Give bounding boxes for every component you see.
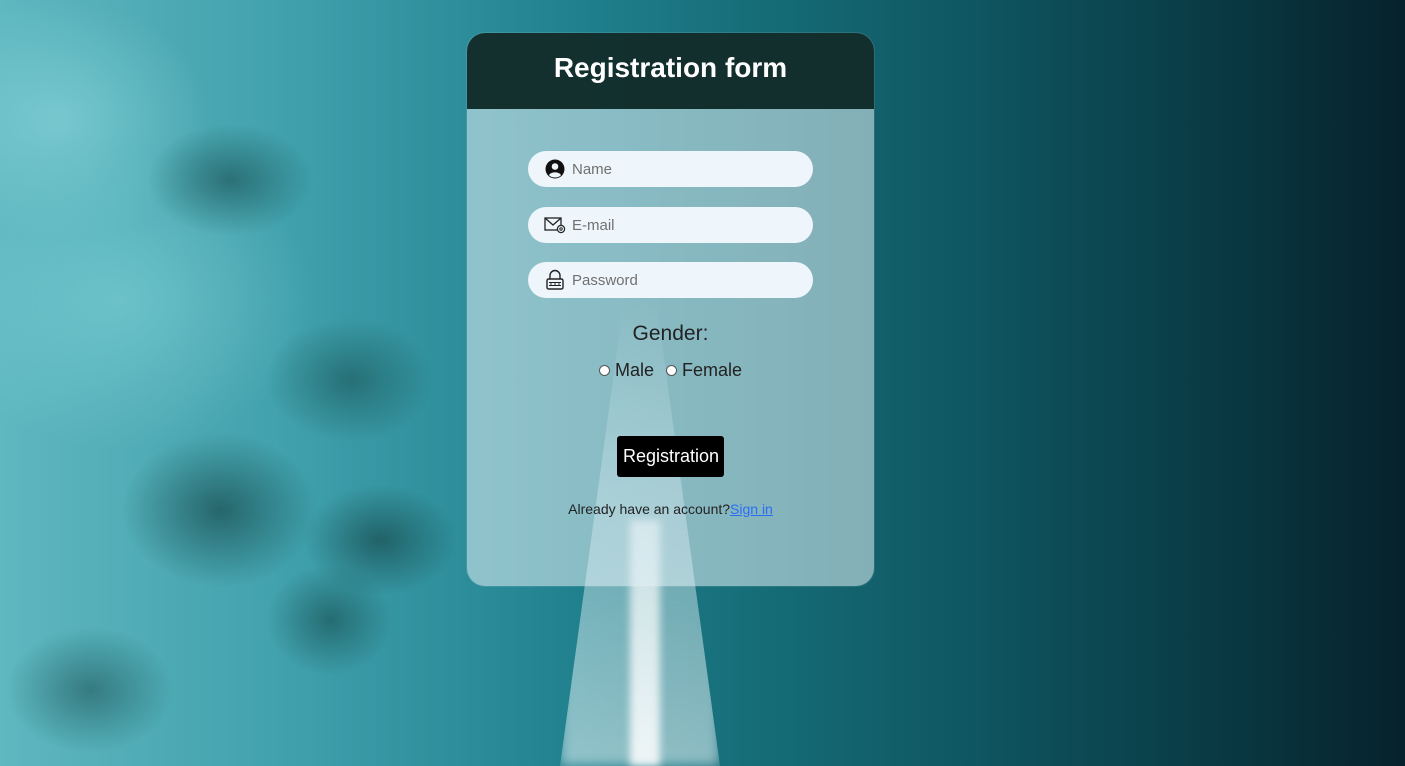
female-radio[interactable] [665,365,677,376]
password-field[interactable] [528,262,813,298]
name-input[interactable] [572,160,792,178]
registration-card: Registration form Name E-mail Gender: Ma… [467,33,874,586]
form-title: Registration form [553,52,788,83]
registration-button[interactable]: Registration [617,436,724,477]
envelope-icon [544,214,566,236]
gender-option-female[interactable]: Female [665,360,743,381]
male-label: Male [614,360,654,380]
card-header: Registration form [467,33,874,109]
female-label: Female [681,360,743,380]
signin-row: Already have an account?Sign in [467,501,874,517]
gender-section: Gender: [467,322,874,346]
email-input[interactable] [572,216,792,234]
gender-option-male[interactable]: Male [598,360,654,381]
password-input[interactable] [572,271,792,289]
gender-options: Male Female [467,360,874,381]
user-icon [544,158,566,180]
signin-link[interactable]: Sign in [730,501,773,517]
lock-icon [544,269,566,291]
gender-label: Gender: [632,322,709,345]
name-field[interactable] [528,151,813,187]
signin-prompt: Already have an account? [568,501,731,517]
male-radio[interactable] [598,365,610,376]
email-field[interactable] [528,207,813,243]
